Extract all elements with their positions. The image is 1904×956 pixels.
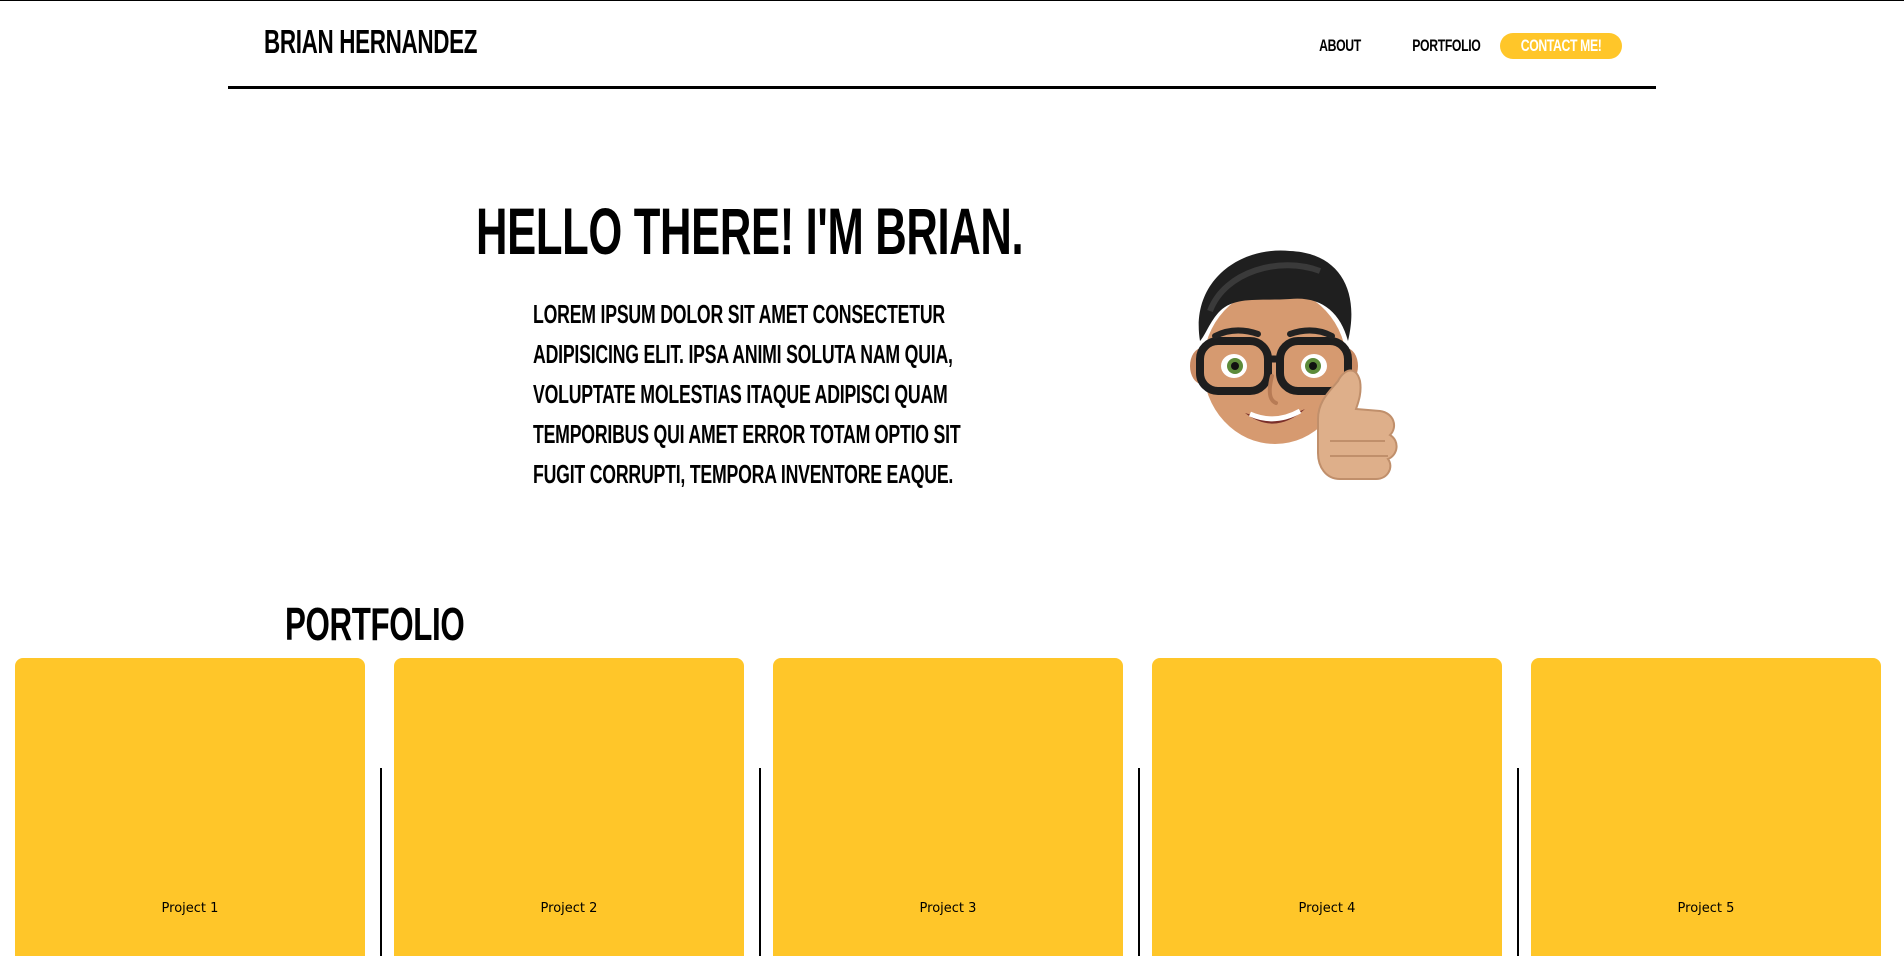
project-divider [759, 768, 761, 956]
hero-description-line: ADIPISICING ELIT. IPSA ANIMI SOLUTA NAM … [533, 339, 953, 369]
page: BRIAN HERNANDEZ ABOUT PORTFOLIO CONTACT … [0, 0, 1904, 956]
hero-description-line: LOREM IPSUM DOLOR SIT AMET CONSECTETUR [533, 299, 945, 329]
project-card-label: Project 4 [1298, 901, 1356, 916]
main-nav: ABOUT PORTFOLIO CONTACT ME! [1311, 33, 1622, 59]
contact-me-label: CONTACT ME! [1520, 36, 1602, 55]
nav-portfolio-link[interactable]: PORTFOLIO [1413, 36, 1482, 56]
portfolio-heading: PORTFOLIO [285, 598, 465, 650]
memoji-avatar-icon [1190, 250, 1398, 480]
project-card-label: Project 1 [161, 901, 219, 916]
project-divider [1138, 768, 1140, 956]
hero-description-line: TEMPORIBUS QUI AMET ERROR TOTAM OPTIO SI… [533, 419, 961, 449]
project-divider [1517, 768, 1519, 956]
hero-description-line: FUGIT CORRUPTI, TEMPORA INVENTORE EAQUE. [533, 459, 954, 489]
project-card-5[interactable]: Project 5 [1531, 658, 1881, 956]
project-card-3[interactable]: Project 3 [773, 658, 1123, 956]
project-card-1[interactable]: Project 1 [15, 658, 365, 956]
project-card-label: Project 3 [919, 901, 977, 916]
hero-title: HELLO THERE! I'M BRIAN. [476, 194, 1024, 268]
project-card-2[interactable]: Project 2 [394, 658, 744, 956]
hero-description-line: VOLUPTATE MOLESTIAS ITAQUE ADIPISCI QUAM [533, 379, 948, 409]
project-card-label: Project 5 [1677, 901, 1735, 916]
project-card-label: Project 2 [540, 901, 598, 916]
project-divider [380, 768, 382, 956]
nav-about-link[interactable]: ABOUT [1319, 36, 1361, 56]
site-brand[interactable]: BRIAN HERNANDEZ [264, 23, 477, 61]
site-header: BRIAN HERNANDEZ ABOUT PORTFOLIO CONTACT … [228, 1, 1656, 89]
hero-description: LOREM IPSUM DOLOR SIT AMET CONSECTETUR A… [533, 294, 968, 494]
project-card-4[interactable]: Project 4 [1152, 658, 1502, 956]
contact-me-button[interactable]: CONTACT ME! [1500, 33, 1622, 59]
project-grid: Project 1 Project 2 Project 3 Project 4 … [15, 658, 1889, 956]
